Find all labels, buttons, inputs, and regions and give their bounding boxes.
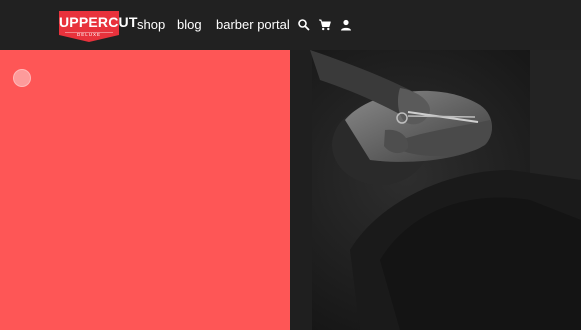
barber-photo-illustration <box>290 50 581 330</box>
logo-tagline: DELUXE <box>76 32 101 37</box>
uppercut-logo[interactable]: UPPERCUT DELUXE <box>59 11 138 42</box>
cart-icon[interactable] <box>318 17 332 31</box>
nav-link-barber-portal[interactable]: barber portal <box>216 15 290 35</box>
hero-color-panel <box>0 50 290 330</box>
search-icon[interactable] <box>297 17 311 31</box>
logo-wordmark: UPPERCUT <box>59 14 138 30</box>
nav-link-blog[interactable]: blog <box>177 15 202 35</box>
nav-link-shop[interactable]: shop <box>137 15 165 35</box>
slider-dot[interactable] <box>13 69 31 87</box>
site-header: UPPERCUT DELUXE shop blog barber portal <box>0 0 581 50</box>
hero-photo <box>290 50 581 330</box>
account-icon[interactable] <box>339 17 353 31</box>
